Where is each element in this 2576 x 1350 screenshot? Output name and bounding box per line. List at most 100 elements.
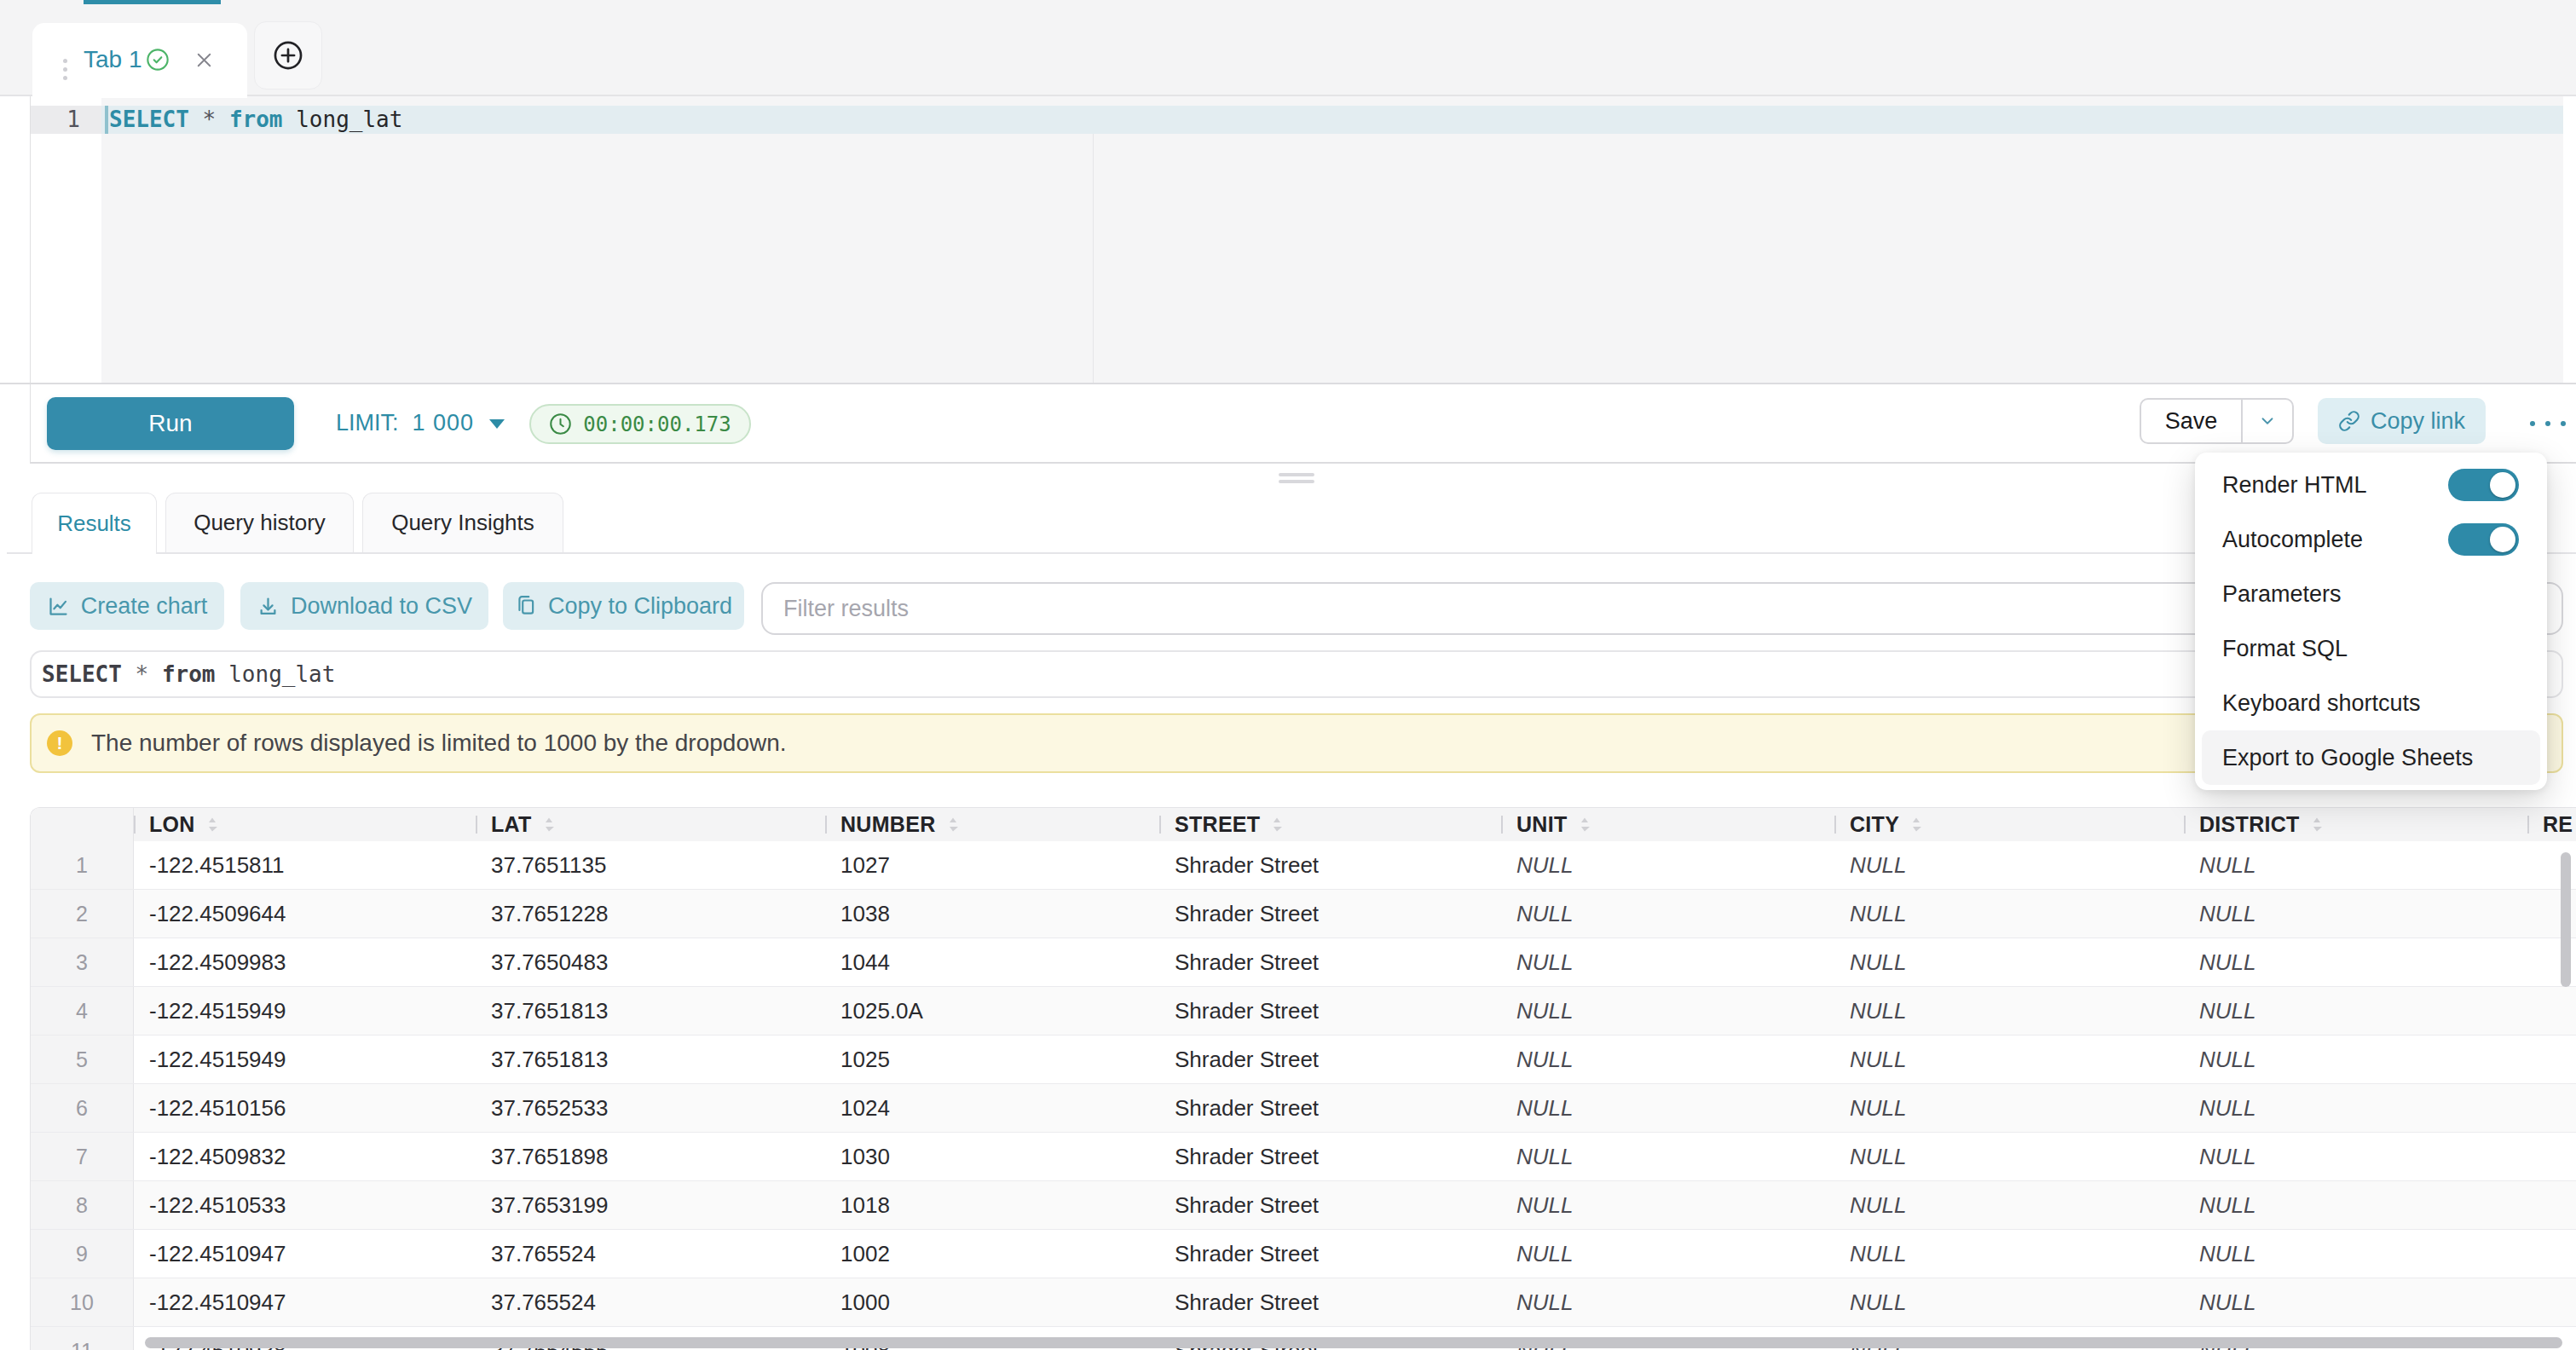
close-tab-icon[interactable] [193, 49, 215, 71]
table-cell[interactable]: 37.7653199 [476, 1181, 825, 1229]
table-cell[interactable]: NULL [1834, 1181, 2184, 1229]
table-cell[interactable]: 37.7651813 [476, 987, 825, 1035]
table-cell[interactable] [2527, 1278, 2576, 1326]
copy-link-button[interactable]: Copy link [2318, 398, 2486, 444]
table-cell[interactable]: NULL [2184, 987, 2527, 1035]
table-cell[interactable]: -122.4510156 [134, 1084, 476, 1132]
table-cell[interactable]: 1018 [825, 1181, 1159, 1229]
table-cell[interactable]: -122.4510533 [134, 1181, 476, 1229]
table-cell[interactable]: -122.4510947 [134, 1230, 476, 1278]
column-header-re[interactable]: RE [2527, 808, 2576, 841]
table-cell[interactable]: NULL [1834, 987, 2184, 1035]
table-cell[interactable]: NULL [1501, 1036, 1834, 1083]
column-header-lat[interactable]: LAT [476, 808, 825, 841]
save-button[interactable]: Save [2141, 400, 2241, 442]
table-cell[interactable] [2527, 1133, 2576, 1180]
table-cell[interactable]: Shrader Street [1159, 841, 1501, 889]
table-cell[interactable]: -122.4515949 [134, 987, 476, 1035]
table-cell[interactable]: NULL [1834, 1133, 2184, 1180]
sql-editor[interactable]: 1 SELECT * from long_lat [30, 96, 2576, 384]
table-cell[interactable]: -122.4509983 [134, 938, 476, 986]
tab-query-history[interactable]: Query history [165, 493, 354, 552]
table-cell[interactable]: Shrader Street [1159, 890, 1501, 938]
table-cell[interactable]: NULL [1834, 1278, 2184, 1326]
vertical-scrollbar[interactable] [2561, 852, 2571, 987]
table-cell[interactable]: 37.7651228 [476, 890, 825, 938]
table-cell[interactable]: 37.7651813 [476, 1036, 825, 1083]
menu-item[interactable]: Parameters [2202, 567, 2540, 621]
horizontal-scrollbar[interactable] [145, 1337, 2562, 1348]
column-header-street[interactable]: STREET [1159, 808, 1501, 841]
table-cell[interactable]: 37.7652533 [476, 1084, 825, 1132]
menu-item[interactable]: Autocomplete [2202, 512, 2540, 567]
save-options-button[interactable] [2243, 400, 2292, 442]
table-cell[interactable]: NULL [1501, 1181, 1834, 1229]
table-cell[interactable]: Shrader Street [1159, 1181, 1501, 1229]
table-cell[interactable]: -122.4509644 [134, 890, 476, 938]
run-button[interactable]: Run [47, 397, 294, 450]
table-cell[interactable]: NULL [1834, 841, 2184, 889]
toggle-on[interactable] [2448, 523, 2519, 556]
table-cell[interactable]: NULL [1501, 890, 1834, 938]
table-cell[interactable]: 1025 [825, 1036, 1159, 1083]
column-header-district[interactable]: DISTRICT [2184, 808, 2527, 841]
table-cell[interactable]: NULL [1834, 1084, 2184, 1132]
table-cell[interactable]: NULL [2184, 841, 2527, 889]
table-cell[interactable]: NULL [2184, 1084, 2527, 1132]
table-cell[interactable] [2527, 987, 2576, 1035]
table-cell[interactable]: NULL [2184, 1278, 2527, 1326]
table-cell[interactable]: NULL [1501, 1230, 1834, 1278]
table-cell[interactable]: NULL [2184, 1181, 2527, 1229]
table-cell[interactable]: NULL [2184, 890, 2527, 938]
table-cell[interactable]: Shrader Street [1159, 1133, 1501, 1180]
table-cell[interactable]: 1025.0A [825, 987, 1159, 1035]
table-cell[interactable]: NULL [1501, 987, 1834, 1035]
table-cell[interactable]: 1000 [825, 1278, 1159, 1326]
table-cell[interactable]: NULL [1834, 1230, 2184, 1278]
table-cell[interactable]: 37.7650483 [476, 938, 825, 986]
table-cell[interactable]: NULL [1501, 1133, 1834, 1180]
table-cell[interactable]: NULL [1501, 1278, 1834, 1326]
table-cell[interactable]: -122.4510947 [134, 1278, 476, 1326]
table-cell[interactable]: 1038 [825, 890, 1159, 938]
table-cell[interactable]: Shrader Street [1159, 938, 1501, 986]
table-cell[interactable]: 1002 [825, 1230, 1159, 1278]
table-cell[interactable]: 37.7651898 [476, 1133, 825, 1180]
table-cell[interactable]: Shrader Street [1159, 987, 1501, 1035]
copy-clipboard-button[interactable]: Copy to Clipboard [503, 582, 744, 630]
column-header-unit[interactable]: UNIT [1501, 808, 1834, 841]
download-csv-button[interactable]: Download to CSV [240, 582, 488, 630]
limit-dropdown[interactable]: LIMIT: 1 000 [336, 384, 506, 462]
table-cell[interactable]: 1024 [825, 1084, 1159, 1132]
new-tab-button[interactable] [254, 21, 322, 89]
create-chart-button[interactable]: Create chart [30, 582, 224, 630]
table-cell[interactable]: NULL [1834, 1036, 2184, 1083]
table-cell[interactable] [2527, 1230, 2576, 1278]
tab-results[interactable]: Results [32, 493, 157, 554]
table-cell[interactable]: Shrader Street [1159, 1278, 1501, 1326]
table-cell[interactable]: -122.4515811 [134, 841, 476, 889]
table-cell[interactable]: 37.7651135 [476, 841, 825, 889]
table-cell[interactable] [2527, 1181, 2576, 1229]
menu-item[interactable]: Keyboard shortcuts [2202, 676, 2540, 730]
column-header-number[interactable]: NUMBER [825, 808, 1159, 841]
more-options-button[interactable] [2515, 384, 2576, 462]
table-cell[interactable]: NULL [1501, 938, 1834, 986]
table-cell[interactable]: NULL [1834, 938, 2184, 986]
table-cell[interactable]: NULL [2184, 1133, 2527, 1180]
table-cell[interactable]: Shrader Street [1159, 1036, 1501, 1083]
toggle-on[interactable] [2448, 469, 2519, 501]
table-cell[interactable]: -122.4515949 [134, 1036, 476, 1083]
column-header-lon[interactable]: LON [134, 808, 476, 841]
table-cell[interactable] [2527, 1084, 2576, 1132]
table-cell[interactable]: 37.765524 [476, 1278, 825, 1326]
table-cell[interactable]: NULL [2184, 938, 2527, 986]
tab-drag-handle-icon[interactable] [63, 59, 67, 80]
table-cell[interactable]: NULL [1501, 1084, 1834, 1132]
table-cell[interactable]: 1044 [825, 938, 1159, 986]
table-cell[interactable]: NULL [1501, 841, 1834, 889]
menu-item[interactable]: Export to Google Sheets [2202, 730, 2540, 785]
table-cell[interactable]: Shrader Street [1159, 1084, 1501, 1132]
tab-active[interactable]: Tab 1 [32, 23, 247, 98]
table-cell[interactable]: NULL [2184, 1036, 2527, 1083]
